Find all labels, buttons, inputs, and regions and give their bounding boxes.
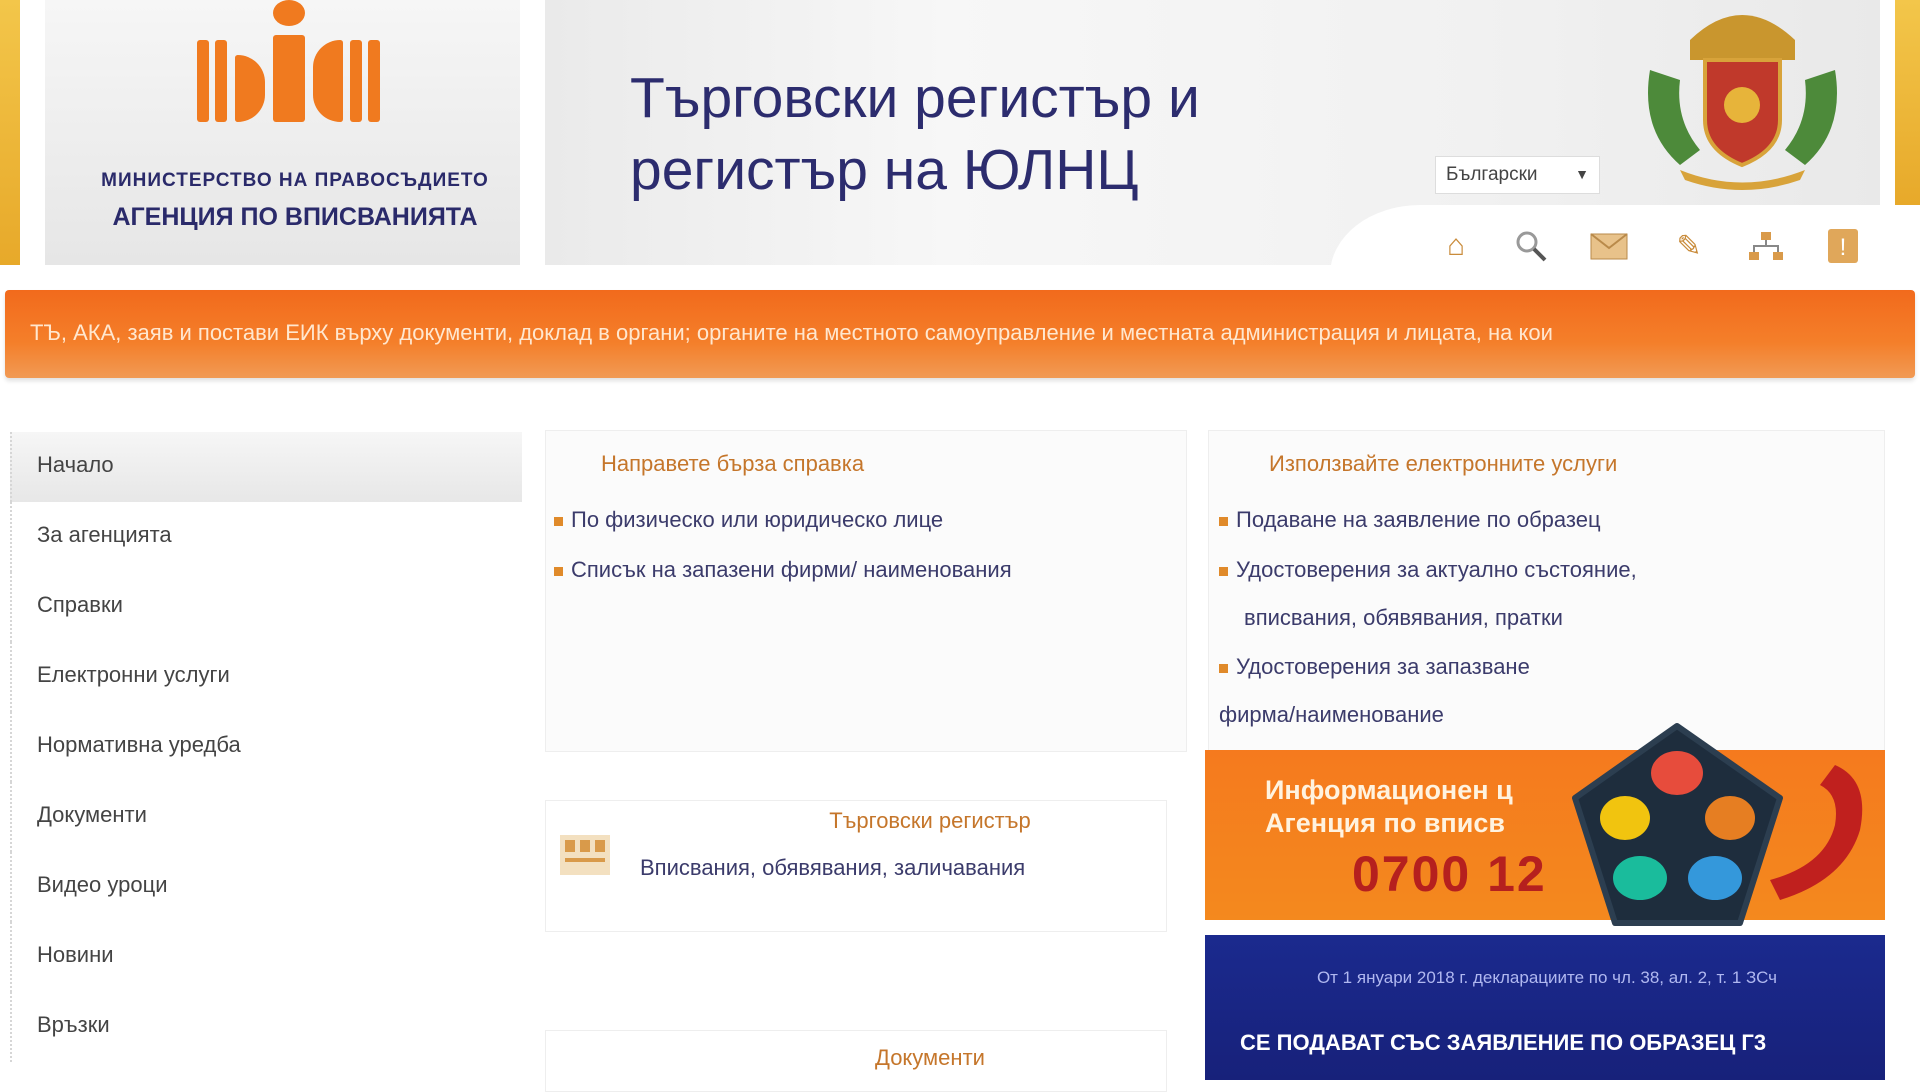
sitemap-icon[interactable]: [1745, 225, 1787, 267]
declaration-notice[interactable]: [1205, 935, 1885, 1080]
help-icon[interactable]: !: [1822, 225, 1864, 267]
sidebar-item-video-lessons[interactable]: Видео уроци: [10, 852, 522, 922]
mail-icon[interactable]: [1588, 225, 1630, 267]
info-center-line1: Информационен ц: [1265, 775, 1513, 805]
home-icon[interactable]: ⌂: [1435, 225, 1477, 267]
link-label: Подаване на заявление по образец: [1236, 507, 1601, 532]
sidebar-nav: Начало За агенцията Справки Електронни у…: [10, 432, 522, 1062]
site-title-line1: Търговски регистър и: [630, 66, 1200, 130]
info-center-phone: 0700 12: [1352, 846, 1547, 902]
bullet-icon: [554, 566, 563, 576]
ticker-text: ТЪ, АКА, заяв и постави ЕИК върху докуме…: [30, 320, 1553, 345]
bullet-icon: [1219, 663, 1228, 673]
sidebar-item-news[interactable]: Новини: [10, 922, 522, 992]
trade-register-subtitle[interactable]: Вписвания, обявявания, заличавания: [640, 855, 1160, 881]
sidebar-item-about[interactable]: За агенцията: [10, 502, 522, 572]
svg-text:!: !: [1840, 234, 1847, 261]
page-header: МИНИСТЕРСТВО НА ПРАВОСЪДИЕТО АГЕНЦИЯ ПО …: [0, 0, 1920, 280]
left-gold-edge: [0, 0, 20, 265]
sidebar-item-label: За агенцията: [37, 522, 172, 547]
agency-name: АГЕНЦИЯ ПО ВПИСВАНИЯТА: [112, 203, 478, 231]
link-label: вписвания, обявявания, пратки: [1244, 605, 1563, 630]
eservice-link-certificates[interactable]: Удостоверения за актуално състояние,: [1219, 546, 1637, 594]
logo-bar: [235, 55, 265, 122]
logo-bar: [215, 40, 227, 122]
sidebar-item-legislation[interactable]: Нормативна уредба: [10, 712, 522, 782]
bullet-icon: [1219, 566, 1228, 576]
logo-bar: [350, 40, 362, 122]
sidebar-item-label: Справки: [37, 592, 123, 617]
eservice-link-reservation[interactable]: Удостоверения за запазване: [1219, 643, 1530, 691]
sidebar-item-eservices[interactable]: Електронни услуги: [10, 642, 522, 712]
sidebar-item-links[interactable]: Връзки: [10, 992, 522, 1062]
trade-register-title[interactable]: Търговски регистър: [700, 808, 1160, 834]
notice-headline: СЕ ПОДАВАТ СЪС ЗАЯВЛЕНИЕ ПО ОБРАЗЕЦ Г3: [1240, 1030, 1767, 1055]
sidebar-item-label: Документи: [37, 802, 147, 827]
link-label: Списък на запазени фирми/ наименования: [571, 557, 1012, 582]
badge-icon: [1572, 723, 1783, 926]
sidebar-item-label: Връзки: [37, 1012, 110, 1037]
link-label: По физическо или юридическо лице: [571, 507, 944, 532]
link-label: Удостоверения за актуално състояние,: [1236, 557, 1637, 582]
coat-of-arms-icon: [1648, 15, 1837, 190]
search-icon[interactable]: [1510, 225, 1552, 267]
link-label: фирма/наименование: [1219, 702, 1444, 727]
eservice-link-certificates-cont[interactable]: вписвания, обявявания, пратки: [1244, 594, 1563, 642]
sidebar-item-documents[interactable]: Документи: [10, 782, 522, 852]
sidebar-item-label: Начало: [37, 452, 114, 477]
ministry-name: МИНИСТЕРСТВО НА ПРАВОСЪДИЕТО: [101, 170, 489, 191]
notice-text: От 1 януари 2018 г. декларациите по чл. …: [1316, 968, 1778, 987]
logo-bar: [368, 40, 380, 122]
quick-reference-panel: Направете бърза справка По физическо или…: [545, 430, 1187, 752]
reference-link-reserved-names[interactable]: Списък на запазени фирми/ наименования: [554, 546, 1012, 594]
sidebar-item-label: Нормативна уредба: [37, 732, 241, 757]
reference-link-person[interactable]: По физическо или юридическо лице: [554, 496, 943, 544]
logo-bar: [273, 35, 305, 122]
documents-title[interactable]: Документи: [700, 1045, 1160, 1071]
link-label: Удостоверения за запазване: [1236, 654, 1530, 679]
quick-reference-heading: Направете бърза справка: [601, 451, 865, 476]
sidebar-item-references[interactable]: Справки: [10, 572, 522, 642]
chevron-down-icon: ▼: [1575, 166, 1589, 182]
news-ticker[interactable]: ТЪ, АКА, заяв и постави ЕИК върху докуме…: [5, 290, 1915, 378]
agency-logo[interactable]: МИНИСТЕРСТВО НА ПРАВОСЪДИЕТО АГЕНЦИЯ ПО …: [45, 0, 520, 265]
sidebar-item-label: Новини: [37, 942, 114, 967]
language-select[interactable]: Български ▼: [1435, 156, 1600, 194]
eservices-panel: Използвайте електронните услуги Подаване…: [1208, 430, 1885, 752]
settings-icon[interactable]: ✎: [1668, 225, 1710, 267]
language-selected: Български: [1446, 164, 1538, 185]
logo-bar: [197, 40, 209, 122]
sidebar-item-label: Електронни услуги: [37, 662, 230, 687]
eservice-link-reservation-cont[interactable]: фирма/наименование: [1219, 691, 1444, 739]
logo-dot: [273, 0, 305, 26]
eservices-heading: Използвайте електронните услуги: [1269, 451, 1618, 476]
logo-bar: [313, 40, 343, 122]
site-title-line2: регистър на ЮЛНЦ: [630, 138, 1139, 202]
info-center-line2: Агенция по вписв: [1265, 808, 1505, 838]
sidebar-item-home[interactable]: Начало: [10, 432, 522, 502]
eservice-link-application[interactable]: Подаване на заявление по образец: [1219, 496, 1601, 544]
bullet-icon: [1219, 516, 1228, 526]
site-title: Търговски регистър и регистър на ЮЛНЦ: [630, 62, 1330, 206]
sidebar-item-label: Видео уроци: [37, 872, 168, 897]
building-icon: [560, 835, 610, 875]
right-gold-edge: [1895, 0, 1920, 205]
bullet-icon: [554, 516, 563, 526]
